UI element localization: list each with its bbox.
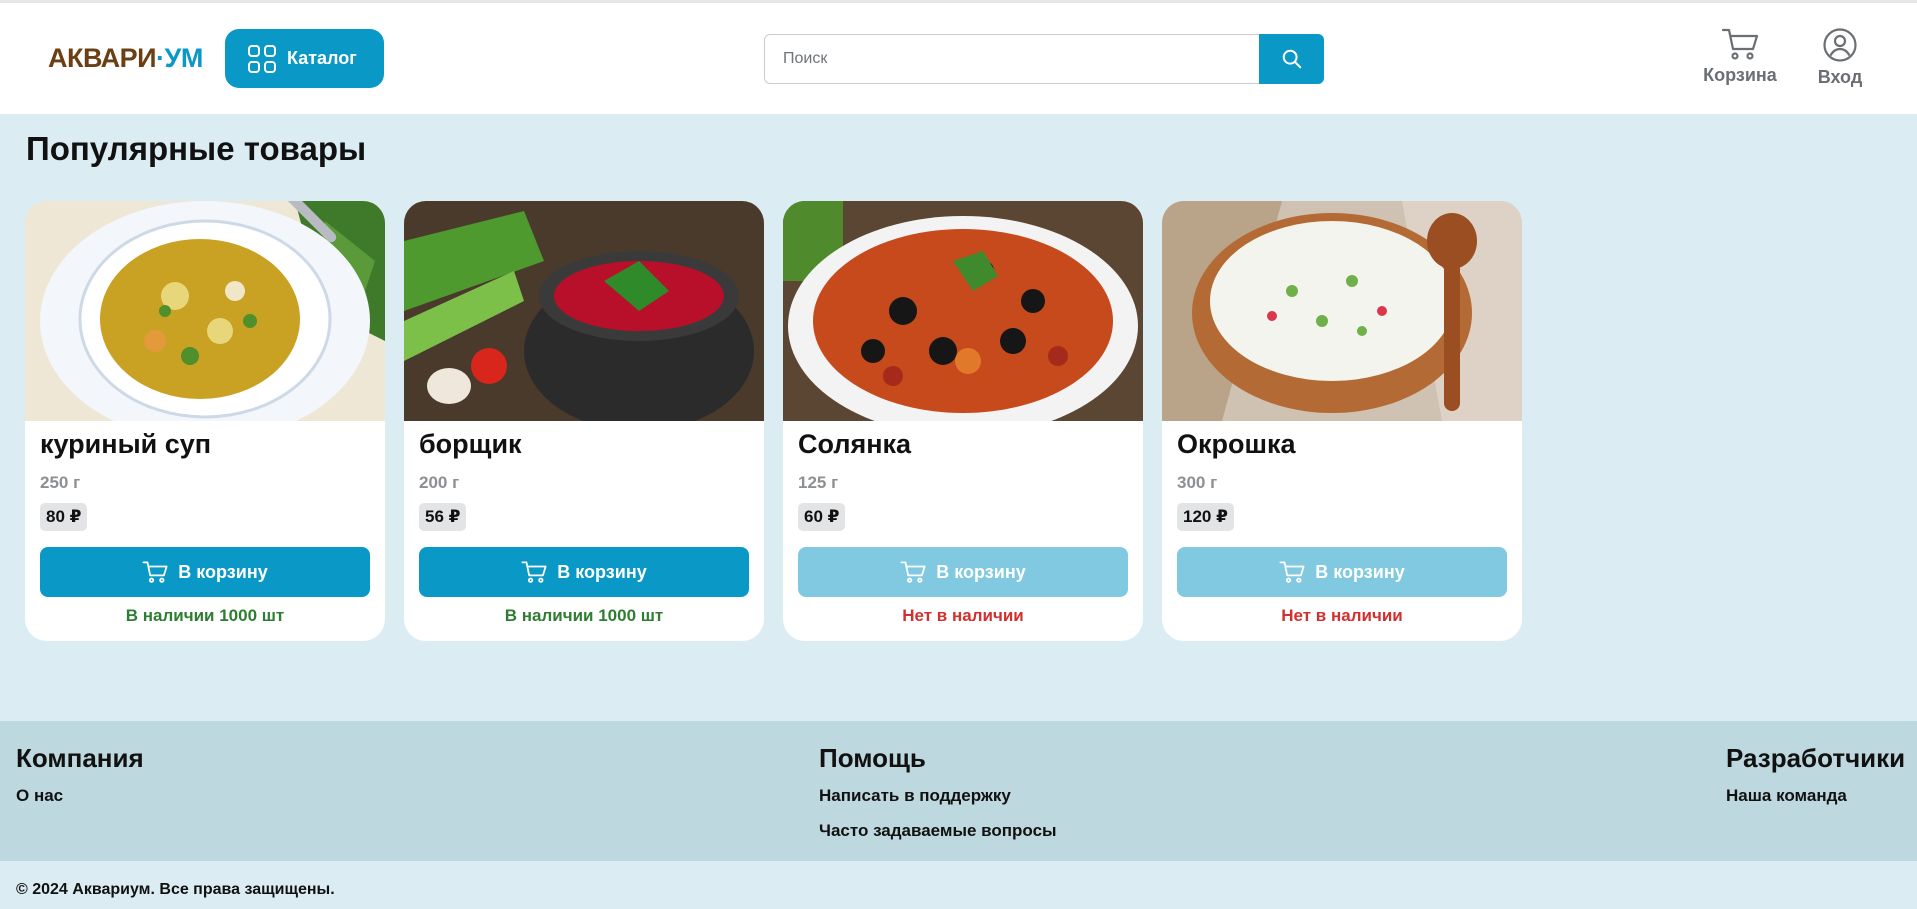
product-card[interactable]: Солянка 125 г 60 ₽ В корзину Нет в налич…: [783, 201, 1143, 641]
product-image[interactable]: [404, 201, 764, 421]
stock-status: Нет в наличии: [902, 606, 1024, 625]
cart-button-icon: [1279, 561, 1305, 583]
footer-link-faq[interactable]: Часто задаваемые вопросы: [819, 821, 1057, 841]
add-to-cart-label: В корзину: [1315, 561, 1405, 582]
product-weight: 300 г: [1177, 473, 1218, 492]
logo-text-part2: ·УМ: [156, 43, 203, 73]
footer-company-title: Компания: [16, 743, 144, 773]
add-to-cart-label: В корзину: [936, 561, 1026, 582]
search-icon: [1282, 49, 1301, 69]
logo[interactable]: АКВАРИ·УМ: [48, 43, 203, 74]
add-to-cart-button[interactable]: В корзину: [40, 547, 370, 597]
cart-label: Корзина: [1703, 65, 1777, 85]
header-cart[interactable]: Корзина: [1703, 27, 1777, 86]
footer-developers-title: Разработчики: [1726, 743, 1906, 773]
product-name: Окрошка: [1177, 429, 1296, 459]
footer-link-support[interactable]: Написать в поддержку: [819, 786, 1057, 806]
catalog-button-label: Каталог: [287, 48, 357, 68]
add-to-cart-button[interactable]: В корзину: [419, 547, 749, 597]
footer-link-team[interactable]: Наша команда: [1726, 786, 1905, 806]
footer-link-about[interactable]: О нас: [16, 786, 144, 806]
cart-button-icon: [521, 561, 547, 583]
copyright: © 2024 Аквариум. Все права защищены.: [16, 881, 335, 898]
catalog-grid-icon: [248, 44, 276, 73]
add-to-cart-button[interactable]: В корзину: [1177, 547, 1507, 597]
product-image[interactable]: [783, 201, 1143, 421]
site-header: АКВАРИ·УМ Каталог Корзина: [0, 3, 1917, 114]
product-name: куриный суп: [40, 429, 212, 459]
add-to-cart-button[interactable]: В корзину: [798, 547, 1128, 597]
product-weight: 250 г: [40, 473, 81, 492]
site-footer: Компания О нас Помощь Написать в поддерж…: [0, 721, 1917, 861]
product-weight: 200 г: [419, 473, 460, 492]
login-label: Вход: [1817, 67, 1863, 87]
product-price: 120 ₽: [1177, 503, 1234, 531]
stock-status: В наличии 1000 шт: [125, 606, 285, 625]
logo-text-part1: АКВАРИ: [48, 43, 157, 73]
cart-button-icon: [900, 561, 926, 583]
cart-button-icon: [142, 561, 168, 583]
user-icon: [1823, 28, 1857, 62]
stock-status: В наличии 1000 шт: [504, 606, 664, 625]
page-title: Популярные товары: [26, 130, 367, 167]
footer-help: Помощь Написать в поддержку Часто задава…: [819, 743, 1057, 856]
search-bar: [764, 34, 1324, 84]
footer-developers: Разработчики Наша команда: [1726, 743, 1905, 821]
stock-status: Нет в наличии: [1281, 606, 1403, 625]
add-to-cart-label: В корзину: [178, 561, 268, 582]
catalog-button[interactable]: Каталог: [225, 29, 384, 88]
product-image[interactable]: [1162, 201, 1522, 421]
product-name: Солянка: [798, 429, 912, 459]
footer-company: Компания О нас: [16, 743, 144, 821]
cart-icon: [1721, 28, 1759, 60]
product-card[interactable]: борщик 200 г 56 ₽ В корзину В наличии 10…: [404, 201, 764, 641]
product-card[interactable]: куриный суп 250 г 80 ₽ В корзину В налич…: [25, 201, 385, 641]
product-name: борщик: [419, 429, 522, 459]
search-input[interactable]: [764, 34, 1264, 84]
product-price: 80 ₽: [40, 503, 88, 531]
add-to-cart-label: В корзину: [557, 561, 647, 582]
product-price: 56 ₽: [419, 503, 467, 531]
product-card[interactable]: Окрошка 300 г 120 ₽ В корзину Нет в нали…: [1162, 201, 1522, 641]
product-weight: 125 г: [798, 473, 839, 492]
header-login[interactable]: Вход: [1812, 27, 1868, 88]
footer-help-title: Помощь: [819, 743, 926, 773]
product-image[interactable]: [25, 201, 385, 421]
search-button[interactable]: [1259, 34, 1324, 84]
product-price: 60 ₽: [798, 503, 846, 531]
